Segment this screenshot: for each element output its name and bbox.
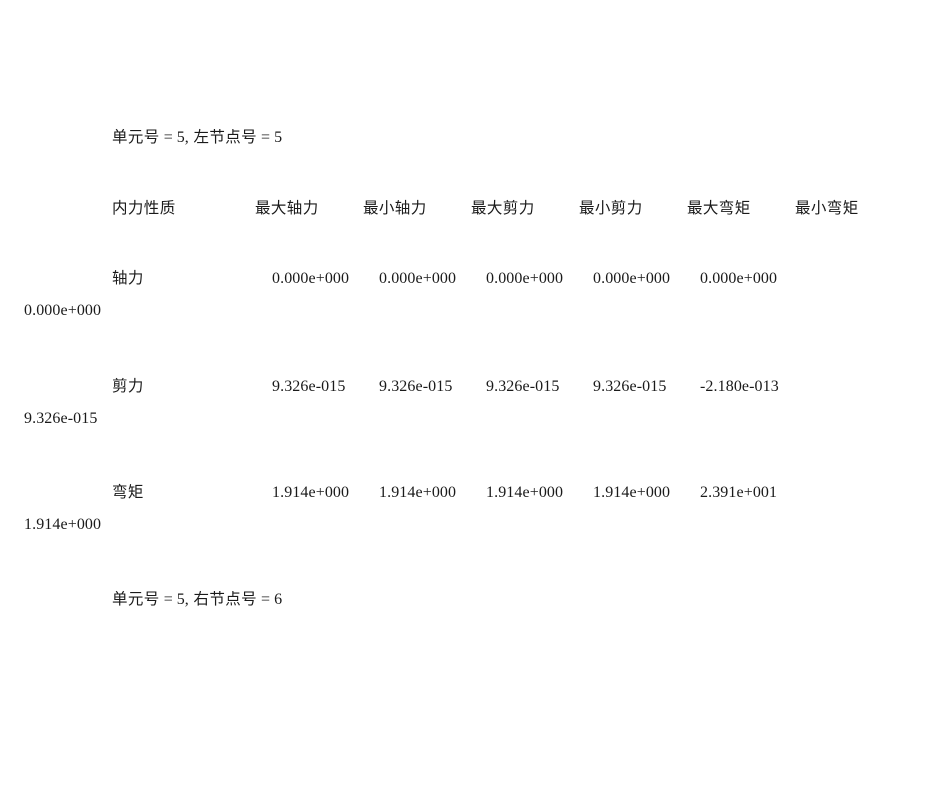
column-header-min-shear: 最小剪力 bbox=[579, 200, 643, 217]
right-node-label: 右节点号 bbox=[188, 591, 258, 608]
left-node-equals: = bbox=[257, 129, 275, 146]
element-number-value: 5, bbox=[176, 129, 189, 146]
row-label-shear-force: 剪力 bbox=[112, 378, 144, 395]
column-header-max-shear: 最大剪力 bbox=[471, 200, 535, 217]
element-left-node-line: 单元号 = 5, 左节点号 = 5 bbox=[68, 124, 880, 152]
element-number-label-right: 单元号 bbox=[112, 591, 160, 608]
cell-shear-max-moment: -2.180e-013 bbox=[700, 378, 779, 395]
cell-shear-min-shear: 9.326e-015 bbox=[593, 378, 667, 395]
cell-axial-max-shear: 0.000e+000 bbox=[486, 270, 564, 287]
cell-axial-min-shear: 0.000e+000 bbox=[593, 270, 671, 287]
column-header-min-axial: 最小轴力 bbox=[363, 200, 427, 217]
cell-axial-max-moment: 0.000e+000 bbox=[700, 270, 778, 287]
cell-shear-max-axial: 9.326e-015 bbox=[272, 378, 346, 395]
column-header-min-moment: 最小弯矩 bbox=[795, 200, 859, 217]
cell-shear-max-shear: 9.326e-015 bbox=[486, 378, 560, 395]
element-number-label: 单元号 bbox=[112, 129, 160, 146]
cell-moment-min-moment: 1.914e+000 bbox=[24, 516, 102, 533]
element-right-node-line: 单元号 = 5, 右节点号 = 6 bbox=[68, 586, 880, 614]
column-header-force-type: 内力性质 bbox=[112, 200, 176, 217]
element-number-equals: = bbox=[159, 129, 177, 146]
right-node-value: 6 bbox=[274, 591, 283, 608]
cell-axial-max-axial: 0.000e+000 bbox=[272, 270, 350, 287]
cell-moment-min-axial: 1.914e+000 bbox=[379, 484, 457, 501]
right-node-equals: = bbox=[257, 591, 275, 608]
table-row-bending-moment: 弯矩 1.914e+000 1.914e+000 1.914e+000 1.914e+0… bbox=[24, 478, 880, 540]
cell-axial-min-axial: 0.000e+000 bbox=[379, 270, 457, 287]
row-label-axial-force: 轴力 bbox=[112, 270, 144, 287]
element-number-equals-right: = bbox=[159, 591, 177, 608]
text-output-page: 单元号 = 5, 左节点号 = 5 内力性质 最大轴力 最小轴力 最大剪力 最小剪力 最大… bbox=[0, 0, 945, 794]
column-header-max-axial: 最大轴力 bbox=[255, 200, 319, 217]
table-row-axial-force: 轴力 0.000e+000 0.000e+000 0.000e+000 0.000e+0… bbox=[24, 264, 880, 326]
cell-moment-max-shear: 1.914e+000 bbox=[486, 484, 564, 501]
left-node-value: 5 bbox=[274, 129, 283, 146]
cell-moment-max-moment: 2.391e+001 bbox=[700, 484, 778, 501]
cell-moment-min-shear: 1.914e+000 bbox=[593, 484, 671, 501]
row-label-bending-moment: 弯矩 bbox=[112, 484, 144, 501]
table-row-shear-force: 剪力 9.326e-015 9.326e-015 9.326e-015 9.326e-0… bbox=[24, 372, 880, 434]
left-node-label: 左节点号 bbox=[188, 129, 258, 146]
cell-shear-min-moment: 9.326e-015 bbox=[24, 410, 98, 427]
cell-moment-max-axial: 1.914e+000 bbox=[272, 484, 350, 501]
element-number-value-right: 5, bbox=[176, 591, 189, 608]
cell-shear-min-axial: 9.326e-015 bbox=[379, 378, 453, 395]
cell-axial-min-moment: 0.000e+000 bbox=[24, 302, 102, 319]
column-header-max-moment: 最大弯矩 bbox=[687, 200, 751, 217]
force-table-header-row: 内力性质 最大轴力 最小轴力 最大剪力 最小剪力 最大弯矩 最小弯矩 bbox=[68, 194, 880, 224]
